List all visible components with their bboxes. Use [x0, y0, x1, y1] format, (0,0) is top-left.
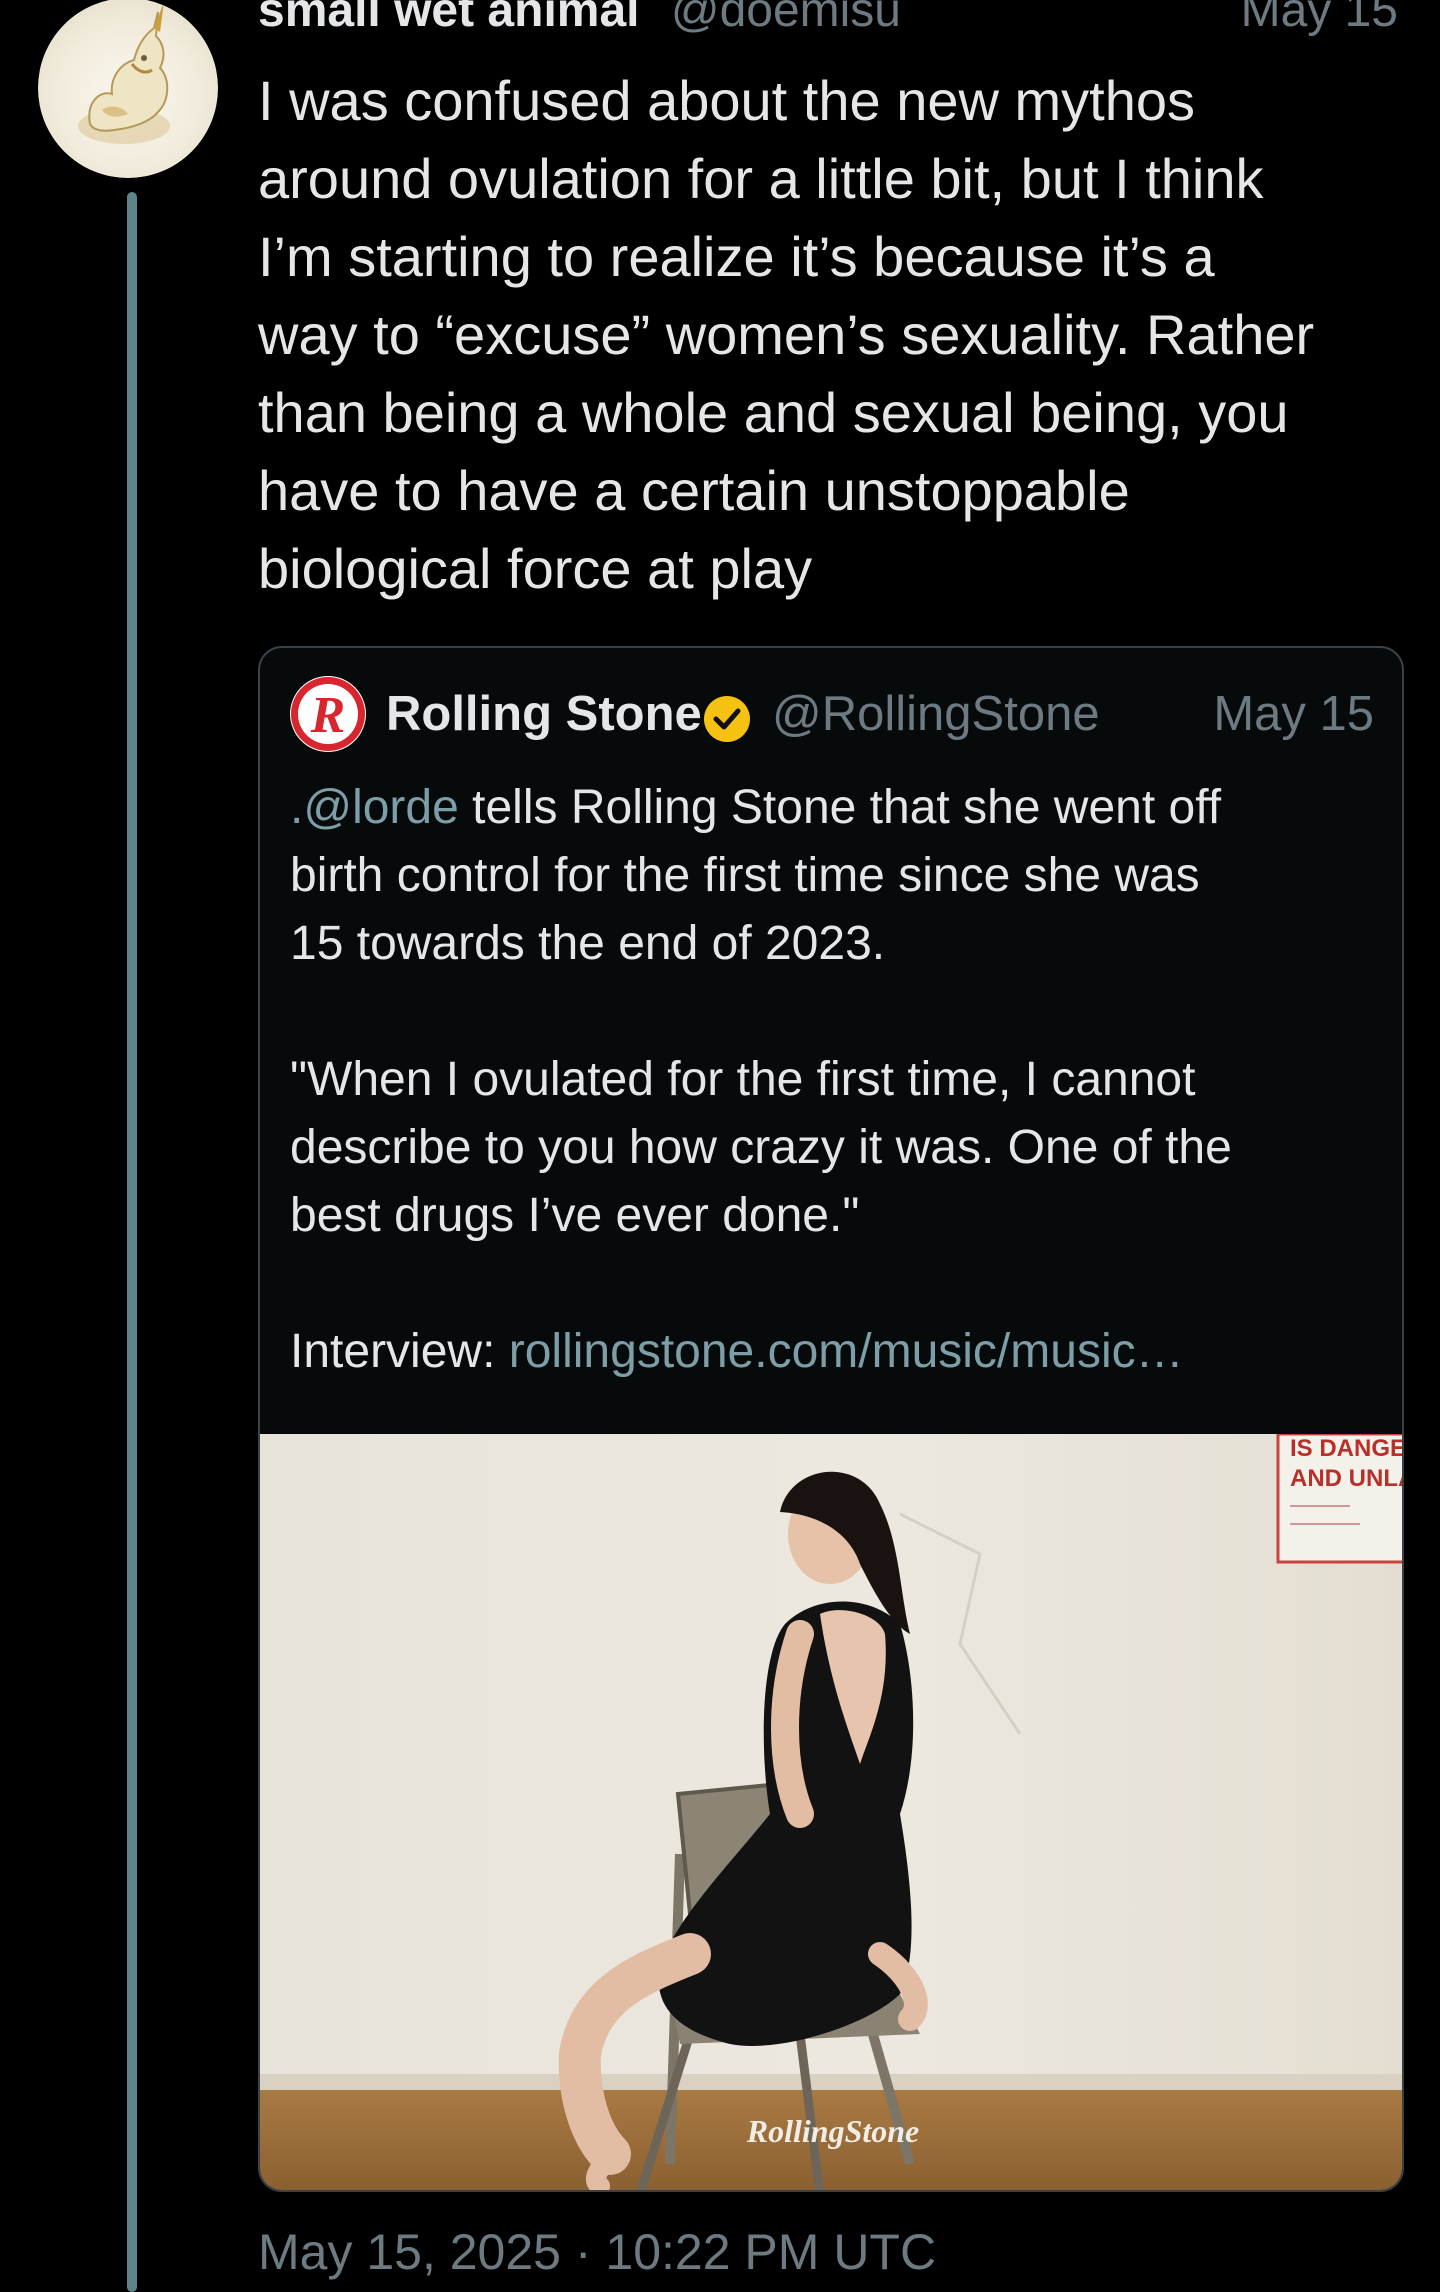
author-handle[interactable]: @doemisu: [671, 0, 901, 37]
post-text-line: around ovulation for a little bit, but I…: [258, 147, 1264, 210]
thread-line: [127, 192, 137, 2292]
sign-text: IS DANGERO: [1290, 1435, 1404, 1462]
post-text: I was confused about the new mythos arou…: [258, 62, 1398, 608]
quoted-text-line: birth control for the first time since s…: [290, 849, 1200, 902]
quoted-post-date[interactable]: May 15: [1213, 676, 1374, 752]
quoted-text-line: describe to you how crazy it was. One of…: [290, 1121, 1232, 1174]
verified-check-icon: [702, 690, 752, 742]
quoted-post-header: R Rolling Stone @RollingStone May 15: [290, 676, 1374, 752]
post-text-line: I was confused about the new mythos: [258, 69, 1195, 132]
post-text-line: biological force at play: [258, 537, 813, 600]
post-date[interactable]: May 15: [1241, 0, 1398, 36]
unicorn-figurine-icon: [78, 2, 170, 144]
quoted-text-line: "When I ovulated for the first time, I c…: [290, 1053, 1196, 1106]
interview-line: Interview: rollingstone.com/music/music…: [290, 1318, 1380, 1386]
quoted-post-image[interactable]: IS DANGERO AND UNLAWF: [260, 1434, 1404, 2190]
quoted-text-line: 15 towards the end of 2023.: [290, 917, 886, 970]
mention-link[interactable]: .@lorde: [290, 781, 459, 834]
sign-text: AND UNLAWF: [1290, 1465, 1404, 1492]
post-header: small wet animal @doemisu May 15: [258, 0, 1404, 36]
logo-letter: R: [310, 687, 346, 744]
post-text-line: way to “excuse” women’s sexuality. Rathe…: [258, 303, 1315, 366]
quoted-text-line: .@lorde tells Rolling Stone that she wen…: [290, 774, 1380, 842]
author-avatar[interactable]: [38, 0, 218, 178]
post-timestamp[interactable]: May 15, 2025 · 10:22 PM UTC: [258, 2222, 936, 2282]
author-name[interactable]: small wet animal: [258, 0, 640, 37]
quoted-author-handle[interactable]: @RollingStone: [772, 676, 1100, 752]
quoted-post-text: .@lorde tells Rolling Stone that she wen…: [290, 774, 1380, 1386]
rolling-stone-logo-icon[interactable]: R: [290, 676, 366, 752]
rolling-stone-watermark: RollingStone: [746, 2113, 920, 2149]
quoted-author-name[interactable]: Rolling Stone: [386, 676, 702, 752]
post-text-line: I’m starting to realize it’s because it’…: [258, 225, 1215, 288]
quoted-text-line: best drugs I’ve ever done.": [290, 1189, 860, 1242]
post-text-line: than being a whole and sexual being, you: [258, 381, 1289, 444]
interview-link[interactable]: rollingstone.com/music/music…: [509, 1325, 1184, 1378]
interview-label: Interview:: [290, 1325, 509, 1378]
quoted-text-segment: tells Rolling Stone that she went off: [458, 781, 1222, 834]
photo-woman-on-chair: IS DANGERO AND UNLAWF: [260, 1434, 1404, 2190]
quoted-post-card[interactable]: R Rolling Stone @RollingStone May 15 .@l…: [258, 646, 1404, 2192]
post-text-line: have to have a certain unstoppable: [258, 459, 1130, 522]
